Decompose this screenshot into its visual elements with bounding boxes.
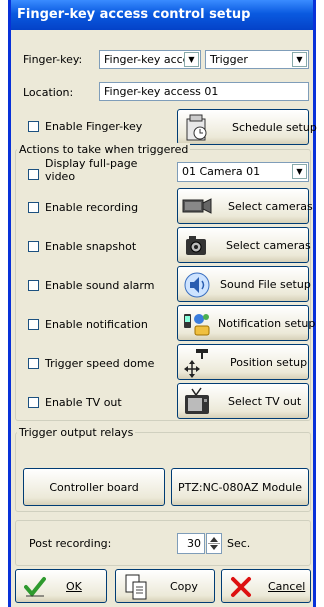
enable-snapshot-checkbox[interactable] [28, 241, 39, 252]
position-setup-label: Position setup [230, 356, 308, 369]
enable-sound-alarm-label: Enable sound alarm [45, 279, 155, 292]
tv-icon [185, 387, 209, 414]
ptz-module-label: PTZ:NC-080AZ Module [177, 481, 303, 494]
chevron-down-icon[interactable]: ▼ [184, 52, 199, 67]
location-field[interactable]: Finger-key access 01 [99, 82, 309, 101]
select-cameras-label: Select cameras [228, 200, 313, 213]
select-cameras-recording-button[interactable]: Select cameras [177, 188, 313, 224]
ptz-module-button[interactable]: PTZ:NC-080AZ Module [171, 468, 309, 506]
fingerkey-value: Finger-key acces [104, 53, 196, 66]
trigger-select[interactable]: Trigger ▼ [205, 50, 309, 69]
notification-setup-label: Notification setup [218, 317, 316, 330]
schedule-setup-label: Schedule setup [232, 121, 317, 134]
post-recording-spinner[interactable] [206, 533, 222, 554]
enable-fingerkey-checkbox[interactable] [28, 121, 39, 132]
copy-icon [125, 574, 147, 600]
snapshot-camera-icon [186, 236, 206, 255]
trigger-speed-dome-label: Trigger speed dome [45, 357, 155, 370]
relays-group-title: Trigger output relays [17, 426, 136, 439]
select-cameras-label: Select cameras [226, 239, 311, 252]
sound-file-setup-label: Sound File setup [220, 278, 311, 291]
post-recording-input[interactable]: 30 [177, 533, 205, 554]
post-recording-unit: Sec. [227, 537, 251, 550]
actions-group-title: Actions to take when triggered [17, 143, 191, 156]
setup-window: Finger-key access control setup Finger-k… [8, 0, 317, 607]
select-tv-out-label: Select TV out [228, 395, 302, 408]
camera-icon [182, 198, 212, 214]
spinner-arrows-icon[interactable] [207, 534, 221, 553]
notification-setup-button[interactable]: Notification setup [177, 305, 315, 341]
move-icon [184, 349, 208, 378]
enable-sound-alarm-checkbox[interactable] [28, 280, 39, 291]
location-label: Location: [23, 86, 74, 99]
camera-select[interactable]: 01 Camera 01 ▼ [177, 162, 309, 182]
window-title: Finger-key access control setup [11, 0, 313, 30]
trigger-speed-dome-checkbox[interactable] [28, 358, 39, 369]
cancel-button[interactable]: Cancel [221, 569, 311, 603]
enable-recording-label: Enable recording [45, 201, 139, 214]
enable-notification-checkbox[interactable] [28, 319, 39, 330]
chevron-down-icon[interactable]: ▼ [292, 164, 307, 179]
copy-label: Copy [170, 580, 198, 593]
ok-label: OK [66, 580, 82, 593]
sound-file-setup-button[interactable]: Sound File setup [177, 266, 311, 302]
select-tv-out-button[interactable]: Select TV out [177, 383, 309, 419]
checkmark-icon [24, 577, 46, 598]
speaker-icon [184, 272, 210, 298]
display-video-checkbox[interactable] [28, 169, 39, 180]
enable-fingerkey-label: Enable Finger-key [45, 120, 143, 133]
ok-button[interactable]: OK [15, 569, 107, 603]
clock-icon [186, 114, 207, 141]
copy-button[interactable]: Copy [115, 569, 215, 603]
position-setup-button[interactable]: Position setup [177, 344, 309, 380]
select-cameras-snapshot-button[interactable]: Select cameras [177, 227, 311, 263]
chevron-down-icon[interactable]: ▼ [292, 52, 307, 67]
notification-icon [184, 314, 210, 336]
enable-tv-out-label: Enable TV out [45, 396, 122, 409]
trigger-value: Trigger [210, 53, 248, 66]
controller-board-button[interactable]: Controller board [23, 468, 165, 506]
enable-recording-checkbox[interactable] [28, 202, 39, 213]
cancel-x-icon [231, 577, 251, 597]
post-recording-label: Post recording: [29, 537, 112, 550]
fingerkey-select[interactable]: Finger-key acces ▼ [99, 50, 201, 69]
schedule-setup-button[interactable]: Schedule setup [177, 109, 317, 145]
enable-snapshot-label: Enable snapshot [45, 240, 137, 253]
enable-notification-label: Enable notification [45, 318, 148, 331]
controller-board-label: Controller board [49, 481, 139, 494]
fingerkey-label: Finger-key: [23, 53, 83, 66]
cancel-label: Cancel [268, 580, 306, 593]
enable-tv-out-checkbox[interactable] [28, 397, 39, 408]
camera-value: 01 Camera 01 [182, 165, 261, 178]
display-video-label: Display full-page video [45, 157, 138, 183]
